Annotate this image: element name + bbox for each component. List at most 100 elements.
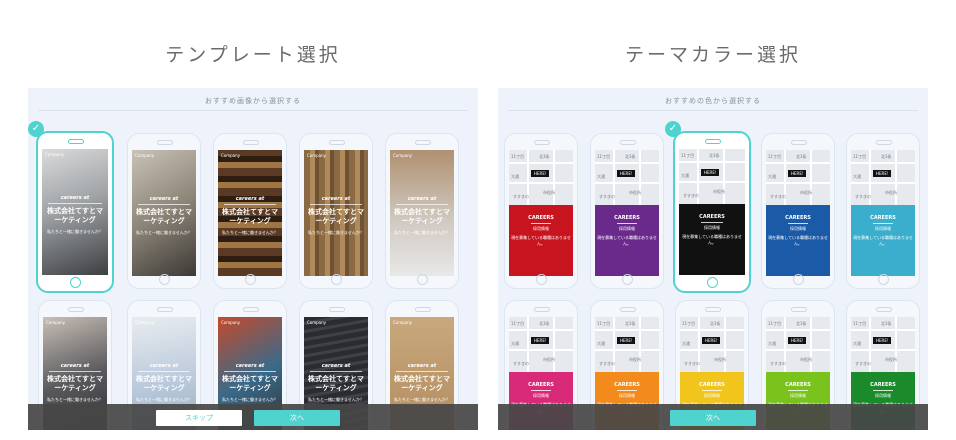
color-phone[interactable]: 11丁目 北3条大通市役所すすきの HERE! CAREERS 採用情報現在募集している… (673, 131, 751, 293)
map-marker: HERE! (702, 337, 721, 344)
company-logo: Company (135, 153, 155, 158)
phone-home-button (245, 274, 256, 285)
template-phone[interactable]: Company careers at 株式会社てすとマーケティング 私たちと一緒に働き… (299, 133, 373, 289)
company-logo: Company (393, 153, 413, 158)
theme-color-block: CAREERS 採用情報現在募集している職種はありません。 (851, 205, 915, 276)
phone-home-button (417, 274, 428, 285)
color-heading: テーマカラー選択 (624, 44, 801, 66)
map-marker: HERE! (531, 337, 550, 344)
map-street (595, 329, 659, 331)
tagline-rule (310, 204, 362, 205)
map-label: 市役所 (543, 357, 555, 362)
map-label: 11丁目 (768, 154, 782, 159)
template-phone[interactable]: Company careers at 株式会社てすとマーケティング 私たちと一緒に働き… (213, 133, 287, 289)
careers-description: 現在募集している職種はありません。 (597, 235, 657, 246)
map-label: 大通 (597, 341, 605, 346)
theme-color-block: CAREERS 採用情報現在募集している職種はありません。 (595, 205, 659, 276)
map-label: 11丁目 (682, 321, 696, 326)
careers-tagline: careers at (407, 196, 437, 202)
map-marker: HERE! (788, 337, 807, 344)
color-phone[interactable]: 11丁目 北3条大通市役所すすきの HERE! CAREERS 採用情報現在募集している… (846, 133, 920, 289)
map-label: すすきの (684, 361, 700, 366)
color-phone[interactable]: 11丁目 北3条大通市役所すすきの HERE! CAREERS 採用情報現在募集している… (504, 133, 578, 289)
careers-title: CAREERS (528, 215, 554, 221)
phone-home-button (793, 274, 804, 285)
phone-home-button (331, 274, 342, 285)
template-phone[interactable]: Company careers at 株式会社てすとマーケティング 私たちと一緒に働き… (127, 133, 201, 289)
divider (38, 110, 468, 111)
template-phone[interactable]: Company careers at 株式会社てすとマーケティング 私たちと一緒に働き… (385, 133, 459, 289)
map-label: すすきの (599, 361, 615, 366)
careers-rule (617, 390, 637, 391)
map-label: すすきの (855, 194, 871, 199)
map-label: 市役所 (629, 190, 641, 195)
map-label: 大通 (682, 341, 690, 346)
map-marker: HERE! (788, 170, 807, 177)
template-screen: Company careers at 株式会社てすとマーケティング 私たちと一緒に働き… (132, 150, 196, 276)
selected-check-icon: ✓ (28, 121, 44, 137)
recruit-message: 私たちと一緒に働きませんか？ (136, 397, 192, 402)
map-label: 大通 (511, 341, 519, 346)
color-screen: 11丁目 北3条大通市役所すすきの HERE! CAREERS 採用情報現在募集している… (851, 150, 915, 276)
phone-speaker (620, 307, 636, 312)
theme-color-block: CAREERS 採用情報現在募集している職種はありません。 (766, 205, 830, 276)
careers-rule (788, 223, 808, 224)
map-label: 北3条 (796, 154, 807, 159)
phone-speaker (876, 307, 892, 312)
map-street (509, 349, 573, 351)
tagline-rule (310, 371, 362, 372)
template-action-bar: スキップ 次へ (28, 404, 478, 430)
careers-subtitle: 採用情報 (704, 393, 720, 398)
careers-title: CAREERS (785, 215, 811, 221)
color-phone[interactable]: 11丁目 北3条大通市役所すすきの HERE! CAREERS 採用情報現在募集している… (590, 133, 664, 289)
careers-tagline: careers at (149, 196, 179, 202)
careers-rule (873, 223, 893, 224)
careers-subtitle: 採用情報 (875, 226, 891, 231)
phone-home-button (707, 277, 718, 288)
company-logo: Company (393, 320, 413, 325)
map-street (851, 349, 915, 351)
careers-subtitle: 採用情報 (790, 226, 806, 231)
template-phone[interactable]: Company careers at 株式会社てすとマーケティング 私たちと一緒に働き… (36, 131, 114, 293)
map-label: 11丁目 (853, 154, 867, 159)
tagline-rule (49, 371, 101, 372)
map-label: 市役所 (885, 190, 897, 195)
map-label: 市役所 (629, 357, 641, 362)
divider (508, 110, 918, 111)
color-subtitle: おすすめの色から選択する (665, 97, 761, 105)
company-name: 株式会社てすとマーケティング (308, 208, 364, 225)
map-label: 11丁目 (511, 321, 525, 326)
company-name: 株式会社てすとマーケティング (222, 208, 278, 225)
map-label: 大通 (853, 174, 861, 179)
map-label: 大通 (768, 174, 776, 179)
skip-button[interactable]: スキップ (156, 410, 242, 426)
map-label: 大通 (511, 174, 519, 179)
recruit-message: 私たちと一緒に働きませんか？ (394, 230, 450, 235)
map-street (680, 349, 744, 351)
map-marker: HERE! (617, 337, 636, 344)
map-label: 11丁目 (681, 153, 695, 158)
company-logo: Company (135, 320, 155, 325)
careers-description: 現在募集している職種はありません。 (511, 235, 571, 246)
map-label: 大通 (681, 173, 689, 178)
phone-speaker (620, 140, 636, 145)
careers-tagline: careers at (321, 363, 351, 369)
color-next-button[interactable]: 次へ (670, 410, 756, 426)
tagline-rule (396, 204, 448, 205)
next-button[interactable]: 次へ (254, 410, 340, 426)
tagline-rule (224, 204, 276, 205)
map-street (679, 161, 745, 163)
map-marker: HERE! (873, 337, 892, 344)
phone-home-button (70, 277, 81, 288)
template-screen: Company careers at 株式会社てすとマーケティング 私たちと一緒に働き… (42, 149, 108, 275)
company-name: 株式会社てすとマーケティング (308, 375, 364, 392)
careers-subtitle: 採用情報 (704, 225, 720, 230)
company-logo: Company (221, 153, 241, 158)
company-name: 株式会社てすとマーケティング (47, 207, 103, 224)
map-label: 北3条 (625, 321, 636, 326)
careers-tagline: careers at (60, 195, 90, 201)
color-phone[interactable]: 11丁目 北3条大通市役所すすきの HERE! CAREERS 採用情報現在募集している… (761, 133, 835, 289)
company-logo: Company (46, 320, 66, 325)
map-label: 大通 (768, 341, 776, 346)
map-label: 北3条 (709, 153, 720, 158)
